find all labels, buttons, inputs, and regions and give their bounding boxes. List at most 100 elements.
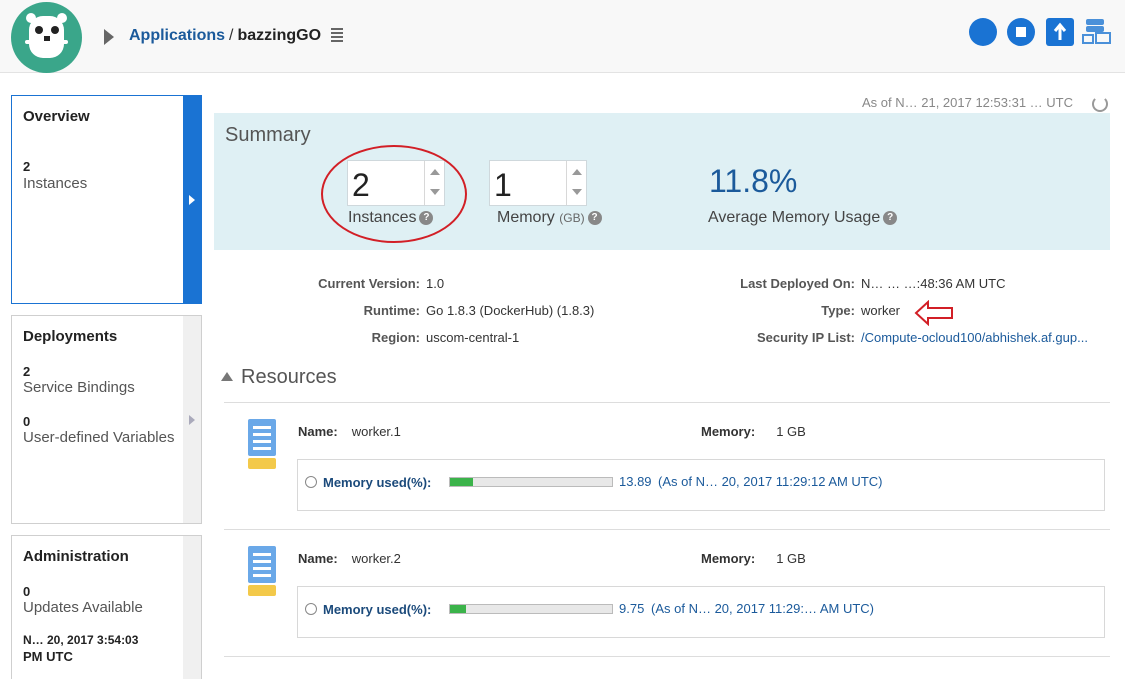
resource-memory-row: Memory: 1 GB	[701, 551, 806, 566]
sidebar-overview-card[interactable]: Overview 2 Instances	[11, 95, 202, 304]
clock-icon	[305, 603, 317, 615]
memory-used-label: Memory used(%):	[323, 475, 432, 490]
security-link[interactable]: /Compute-ocloud100/abhishek.af.gup...	[861, 330, 1088, 345]
stop-icon[interactable]	[1007, 18, 1035, 46]
instance-icon	[248, 419, 276, 469]
resource-name-value: worker.2	[351, 551, 401, 566]
resource-memory-value: 1 GB	[776, 424, 806, 439]
memory-used-asof: (As of N… 20, 2017 11:29:… AM UTC)	[651, 601, 875, 616]
last-deployed-label: Last Deployed On:	[740, 276, 855, 291]
resource-memory-label: Memory:	[701, 551, 756, 566]
sidebar-deployments-title: Deployments	[23, 328, 118, 345]
runtime-label: Runtime:	[363, 303, 420, 318]
restart-icon[interactable]	[1046, 18, 1074, 46]
memory-usage-fill	[450, 605, 466, 613]
sidebar-admin-date: N… 20, 2017 3:54:03	[23, 633, 139, 647]
sidebar-bindings-label: Service Bindings	[23, 379, 135, 396]
resource-name-label: Name:	[298, 551, 338, 566]
sidebar-administration-card[interactable]: Administration 0 Updates Available N… 20…	[11, 535, 202, 679]
resource-memory-label: Memory:	[701, 424, 756, 439]
memory-used-label: Memory used(%):	[323, 602, 432, 617]
breadcrumb-current-app: bazzingGO	[237, 27, 322, 44]
sidebar-bindings-count: 2	[23, 364, 31, 379]
sidebar-deployments-expand[interactable]	[183, 316, 201, 523]
app-header: Applications / bazzingGO	[0, 0, 1125, 73]
memory-used-value: 9.75	[619, 601, 645, 616]
collapse-triangle-icon[interactable]	[221, 372, 233, 381]
chevron-right-icon	[189, 194, 195, 205]
type-value: worker	[861, 303, 901, 318]
memory-value[interactable]: 1	[494, 167, 512, 204]
current-version-value: 1.0	[426, 276, 445, 291]
memory-stepper[interactable]: 1	[489, 160, 587, 206]
annotation-ellipse	[321, 145, 467, 243]
current-version-label: Current Version:	[318, 276, 420, 291]
memory-usage-bar	[449, 604, 613, 614]
resource-name-row: Name: worker.2	[298, 551, 401, 566]
type-row: Type: worker	[700, 303, 900, 318]
runtime-row: Runtime: Go 1.8.3 (DockerHub) (1.8.3)	[300, 303, 595, 318]
refresh-icon[interactable]	[1092, 96, 1108, 112]
avg-memory-value: 11.8%	[709, 163, 798, 199]
resource-name-row: Name: worker.1	[298, 424, 401, 439]
region-row: Region: uscom-central-1	[300, 330, 520, 345]
breadcrumb-expand-icon[interactable]	[104, 29, 114, 45]
resource-name-value: worker.1	[351, 424, 401, 439]
resource-memory-row: Memory: 1 GB	[701, 424, 806, 439]
divider	[224, 656, 1110, 657]
sidebar-overview-title: Overview	[23, 108, 90, 125]
avg-memory-label: Average Memory Usage	[708, 209, 881, 226]
breadcrumb-applications-link[interactable]: Applications	[129, 27, 225, 44]
deploy-icon[interactable]	[1082, 18, 1111, 46]
resources-section-header[interactable]: Resources	[221, 366, 337, 389]
summary-title: Summary	[225, 124, 311, 146]
last-updated-timestamp: As of N… 21, 2017 12:53:31 … UTC	[862, 95, 1073, 110]
help-icon[interactable]: ?	[883, 210, 898, 225]
last-deployed-row: Last Deployed On: N… … …:48:36 AM UTC	[700, 276, 1005, 291]
last-deployed-value: N… … …:48:36 AM UTC	[861, 276, 1006, 291]
divider	[224, 402, 1110, 403]
avg-memory-label-row: Average Memory Usage?	[708, 209, 898, 227]
sidebar-admin-date-suffix: PM UTC	[23, 649, 73, 664]
breadcrumb-separator: /	[229, 27, 234, 44]
resource-memory-value: 1 GB	[776, 551, 806, 566]
memory-decrement-icon[interactable]	[572, 189, 582, 195]
chevron-right-icon	[189, 414, 195, 425]
memory-used-asof: (As of N… 20, 2017 11:29:12 AM UTC)	[658, 474, 883, 489]
memory-label-row: Memory (GB)?	[497, 209, 602, 227]
memory-usage-box: Memory used(%): 13.89 (As of N… 20, 2017 1…	[297, 459, 1105, 511]
sidebar-instances-count: 2	[23, 159, 31, 174]
sidebar-deployments-card[interactable]: Deployments 2 Service Bindings 0 User-de…	[11, 315, 202, 524]
divider	[224, 529, 1110, 530]
start-icon[interactable]	[969, 18, 997, 46]
type-label: Type:	[821, 303, 855, 318]
region-label: Region:	[371, 330, 420, 345]
memory-unit: (GB)	[559, 211, 585, 225]
memory-label: Memory	[497, 209, 555, 226]
current-version-row: Current Version: 1.0	[300, 276, 444, 291]
sidebar-updates-count: 0	[23, 584, 31, 599]
resource-name-label: Name:	[298, 424, 338, 439]
security-row: Security IP List: /Compute-ocloud100/abhi…	[700, 330, 1088, 345]
memory-increment-icon[interactable]	[572, 169, 582, 175]
sidebar-updates-label: Updates Available	[23, 599, 143, 616]
security-label: Security IP List:	[756, 330, 855, 345]
help-icon[interactable]: ?	[587, 210, 602, 225]
sidebar-variables-label: User-defined Variables	[23, 429, 175, 446]
memory-usage-bar	[449, 477, 613, 487]
clock-icon	[305, 476, 317, 488]
breadcrumb: Applications / bazzingGO	[129, 27, 321, 45]
sidebar-administration-title: Administration	[23, 548, 129, 565]
sidebar-administration-expand[interactable]	[183, 536, 201, 679]
memory-usage-box: Memory used(%): 9.75 (As of N… 20, 2017 11…	[297, 586, 1105, 638]
annotation-arrow	[914, 300, 953, 326]
sidebar-instances-label: Instances	[23, 175, 88, 192]
app-menu-icon[interactable]	[331, 28, 343, 45]
memory-used-value: 13.89	[619, 474, 652, 489]
memory-usage-fill	[450, 478, 473, 486]
instance-icon	[248, 546, 276, 596]
runtime-value: Go 1.8.3 (DockerHub) (1.8.3)	[426, 303, 595, 318]
gopher-logo	[11, 2, 82, 73]
region-value: uscom-central-1	[426, 330, 520, 345]
sidebar-overview-expand[interactable]	[183, 96, 201, 303]
